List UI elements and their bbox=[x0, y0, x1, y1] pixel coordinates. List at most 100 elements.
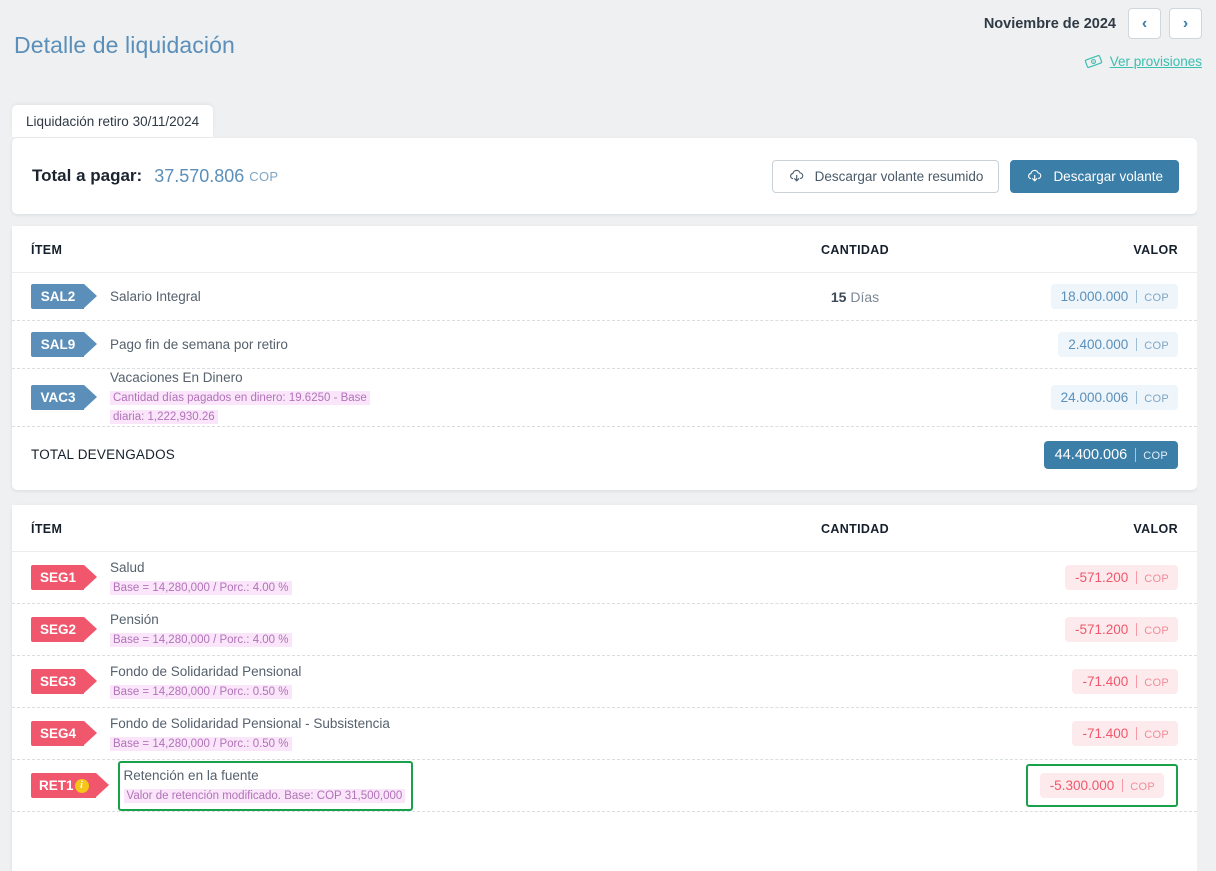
value-divider bbox=[1136, 571, 1138, 584]
highlighted-item-text-group: Retención en la fuente Valor de retención… bbox=[117, 760, 414, 811]
page-title: Detalle de liquidación bbox=[14, 32, 235, 58]
download-summary-voucher-label: Descargar volante resumido bbox=[814, 168, 984, 184]
earnings-total-currency: COP bbox=[1143, 449, 1168, 462]
table-row[interactable]: VAC3 Vacaciones En Dinero Cantidad días pa… bbox=[12, 368, 1197, 427]
item-text-group: Salario Integral bbox=[110, 288, 201, 305]
value-pill: 18.000.000 COP bbox=[1050, 284, 1178, 309]
info-badge-icon[interactable]: i bbox=[74, 778, 89, 793]
column-header-quantity: CANTIDAD bbox=[730, 226, 980, 273]
value-divider bbox=[1136, 675, 1138, 688]
month-label: Noviembre de 2024 bbox=[983, 15, 1116, 32]
item-subtext-wrap: Base = 14,280,000 / Porc.: 4.00 % bbox=[110, 630, 292, 649]
table-row[interactable]: SEG4 Fondo de Solidaridad Pensional - Sub… bbox=[12, 707, 1197, 760]
column-header-quantity: CANTIDAD bbox=[730, 505, 980, 552]
value-pill: -571.200 COP bbox=[1064, 565, 1178, 590]
item-code-tag: SEG4 bbox=[31, 721, 97, 746]
value-currency: COP bbox=[1144, 573, 1169, 585]
item-subtext: Valor de retención modificado. Base: COP… bbox=[123, 788, 406, 803]
row-value-cell: 24.000.006 COP bbox=[980, 368, 1197, 427]
table-row[interactable]: RET1 i Retención en la fuente Valor de rete… bbox=[12, 759, 1197, 812]
item-text-group: Vacaciones En Dinero Cantidad días pagado… bbox=[110, 369, 400, 426]
total-to-pay-label: Total a pagar: bbox=[32, 166, 143, 185]
item-subtext-wrap: Base = 14,280,000 / Porc.: 4.00 % bbox=[110, 578, 292, 597]
download-summary-voucher-button[interactable]: Descargar volante resumido bbox=[771, 159, 1000, 193]
row-quantity-cell: 15 Días bbox=[730, 272, 980, 321]
banknote-icon: $ bbox=[1084, 54, 1102, 69]
row-value-cell: -71.400 COP bbox=[980, 707, 1197, 760]
chevron-left-icon: ‹ bbox=[1141, 14, 1148, 32]
item-code-label: SEG1 bbox=[39, 570, 77, 585]
view-provisions-row[interactable]: $ Ver provisiones bbox=[1084, 52, 1202, 71]
item-code-tag: VAC3 bbox=[31, 385, 97, 410]
earnings-total-row: TOTAL DEVENGADOS 44.400.006 COP bbox=[12, 427, 1197, 483]
liquidation-detail-page: Detalle de liquidación Noviembre de 2024… bbox=[0, 0, 1216, 871]
deductions-card: ÍTEM CANTIDAD VALOR SEG1 Salud Base = 14,2… bbox=[12, 505, 1197, 871]
value-pill: -71.400 COP bbox=[1072, 721, 1178, 746]
value-divider bbox=[1136, 391, 1138, 404]
row-item-cell: SAL2 Salario Integral bbox=[12, 272, 730, 321]
column-header-item: ÍTEM bbox=[12, 505, 730, 552]
deductions-header-row: ÍTEM CANTIDAD VALOR bbox=[12, 505, 1197, 552]
row-item-cell: SAL9 Pago fin de semana por retiro bbox=[12, 320, 730, 369]
item-name: Retención en la fuente bbox=[123, 767, 259, 783]
page-header: Detalle de liquidación Noviembre de 2024… bbox=[0, 0, 1216, 96]
download-voucher-label: Descargar volante bbox=[1053, 168, 1163, 184]
value-pill: 24.000.006 COP bbox=[1050, 385, 1178, 410]
item-code-label: VAC3 bbox=[40, 390, 76, 405]
value-currency: COP bbox=[1130, 781, 1155, 793]
previous-month-button[interactable]: ‹ bbox=[1128, 8, 1161, 39]
row-value-cell: 18.000.000 COP bbox=[980, 272, 1197, 321]
next-month-button[interactable]: › bbox=[1169, 8, 1202, 39]
value-pill: -71.400 COP bbox=[1072, 669, 1178, 694]
page-scroll-gutter[interactable] bbox=[1197, 138, 1216, 871]
view-provisions-link[interactable]: Ver provisiones bbox=[1110, 54, 1202, 69]
row-quantity-cell bbox=[730, 368, 980, 427]
value-amount: -571.200 bbox=[1074, 622, 1129, 637]
item-text-group: Pensión Base = 14,280,000 / Porc.: 4.00 % bbox=[110, 611, 292, 649]
row-item-cell: SEG3 Fondo de Solidaridad Pensional Base =… bbox=[12, 655, 730, 708]
month-navigator: Noviembre de 2024 ‹ › bbox=[984, 8, 1202, 39]
row-item-cell: SEG4 Fondo de Solidaridad Pensional - Sub… bbox=[12, 707, 730, 760]
value-divider bbox=[1136, 623, 1138, 636]
column-header-item: ÍTEM bbox=[12, 226, 730, 273]
item-code-tag: SEG3 bbox=[31, 669, 97, 694]
item-name: Salario Integral bbox=[110, 289, 201, 304]
value-divider bbox=[1136, 338, 1138, 351]
row-quantity-cell bbox=[730, 707, 980, 760]
item-code-tag: SEG1 bbox=[31, 565, 97, 590]
earnings-total-value-cell: 44.400.006 COP bbox=[980, 427, 1197, 483]
value-currency: COP bbox=[1144, 340, 1169, 352]
table-row[interactable]: SAL9 Pago fin de semana por retiro 2.400.0… bbox=[12, 320, 1197, 369]
column-header-value: VALOR bbox=[980, 226, 1197, 273]
item-code-label: RET1 bbox=[39, 778, 74, 793]
cloud-download-icon bbox=[789, 169, 803, 182]
item-code-tag: SAL9 bbox=[31, 332, 97, 357]
download-actions: Descargar volante resumido Descargar vol… bbox=[771, 159, 1179, 193]
item-name: Fondo de Solidaridad Pensional - Subsist… bbox=[110, 715, 390, 731]
download-voucher-button[interactable]: Descargar volante bbox=[1010, 159, 1179, 193]
earnings-total-quantity-cell bbox=[730, 427, 980, 483]
table-row[interactable]: SEG3 Fondo de Solidaridad Pensional Base =… bbox=[12, 655, 1197, 708]
earnings-header-row: ÍTEM CANTIDAD VALOR bbox=[12, 226, 1197, 273]
chevron-right-icon: › bbox=[1182, 14, 1189, 32]
cloud-download-icon bbox=[1028, 169, 1042, 182]
item-text-group: Fondo de Solidaridad Pensional Base = 14,… bbox=[110, 663, 301, 701]
row-quantity-cell bbox=[730, 603, 980, 656]
table-row[interactable]: SEG1 Salud Base = 14,280,000 / Porc.: 4.00… bbox=[12, 551, 1197, 604]
item-text-group: Salud Base = 14,280,000 / Porc.: 4.00 % bbox=[110, 559, 292, 597]
value-currency: COP bbox=[1144, 625, 1169, 637]
item-subtext: Base = 14,280,000 / Porc.: 0.50 % bbox=[110, 684, 292, 699]
total-to-pay-currency: COP bbox=[249, 168, 279, 184]
table-row[interactable]: SEG2 Pensión Base = 14,280,000 / Porc.: 4.… bbox=[12, 603, 1197, 656]
item-name: Fondo de Solidaridad Pensional bbox=[110, 663, 302, 679]
item-code-label: SAL9 bbox=[40, 337, 76, 352]
item-code-label: SEG3 bbox=[39, 674, 77, 689]
quantity-unit: Días bbox=[850, 288, 880, 305]
row-value-cell: -571.200 COP bbox=[980, 603, 1197, 656]
row-value-cell: -71.400 COP bbox=[980, 655, 1197, 708]
table-row[interactable]: SAL2 Salario Integral 15 Días 18.000.000 COP bbox=[12, 272, 1197, 321]
row-item-cell: RET1 i Retención en la fuente Valor de rete… bbox=[12, 759, 730, 812]
tab-liquidacion-retiro[interactable]: Liquidación retiro 30/11/2024 bbox=[12, 105, 214, 137]
earnings-card: ÍTEM CANTIDAD VALOR SAL2 Salario Integral… bbox=[12, 226, 1197, 490]
item-name: Pago fin de semana por retiro bbox=[110, 337, 288, 352]
